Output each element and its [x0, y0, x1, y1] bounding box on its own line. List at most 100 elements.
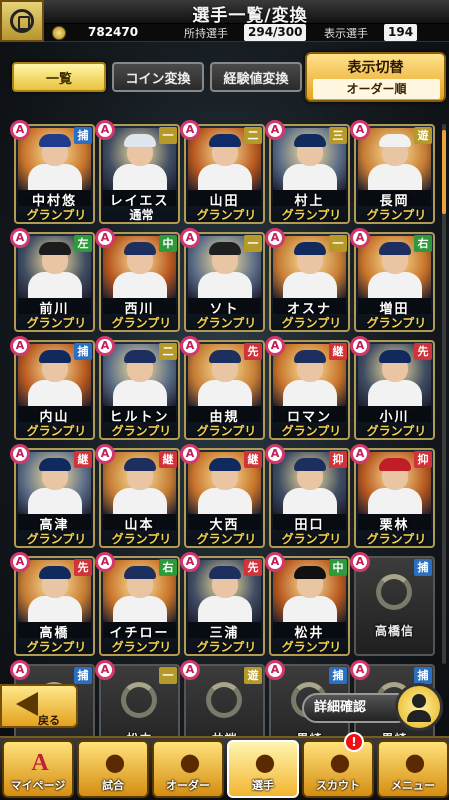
player-card[interactable]: 前川 グランプリ 左 A — [10, 228, 95, 332]
player-card[interactable]: 松井 グランプリ 中 A — [265, 552, 350, 656]
a-rank-icon: A — [180, 228, 200, 248]
player-card[interactable]: イチロー グランプリ 右 A — [95, 552, 180, 656]
uniform — [28, 596, 82, 622]
player-name: オスナ — [273, 298, 346, 317]
player-card[interactable]: 田口 グランプリ 抑 A — [265, 444, 350, 548]
display-sort-value: オーダー順 — [313, 79, 440, 99]
scrollbar-thumb[interactable] — [442, 130, 446, 214]
player-detail-icon[interactable] — [395, 683, 443, 731]
uniform — [368, 272, 422, 298]
card-frame: 前川 グランプリ 左 — [14, 232, 95, 332]
nav-label: 選手 — [252, 779, 274, 792]
nav-match-button[interactable]: ● 試合 — [77, 740, 149, 798]
uniform — [113, 272, 167, 298]
rarity-label: グランプリ — [366, 316, 427, 330]
nav-players-button[interactable]: ● 選手 — [227, 740, 299, 798]
player-card[interactable]: オスナ グランプリ 一 A — [265, 228, 350, 332]
cap — [294, 350, 326, 363]
display-toggle-button[interactable]: 表示切替 オーダー順 — [305, 52, 446, 102]
cap — [124, 242, 156, 255]
a-rank-icon: A — [350, 444, 370, 464]
shown-label: 表示選手 — [324, 27, 368, 40]
card-frame: 田口 グランプリ 抑 — [269, 448, 350, 548]
uniform — [113, 596, 167, 622]
nav-label: 試合 — [102, 779, 124, 792]
a-rank-icon: A — [180, 444, 200, 464]
position-badge: 先 — [244, 559, 262, 576]
player-card[interactable]: レイエス 通常 一 A — [95, 120, 180, 224]
player-card[interactable]: 長岡 グランプリ 遊 A — [350, 120, 435, 224]
a-rank-icon: A — [10, 228, 30, 248]
cap — [209, 134, 241, 147]
player-card[interactable]: 西川 グランプリ 中 A — [95, 228, 180, 332]
position-badge: 捕 — [74, 667, 92, 684]
player-name: 内山 — [18, 406, 91, 425]
a-rank-icon: A — [10, 660, 30, 680]
nav-order-button[interactable]: ● オーダー — [152, 740, 224, 798]
cap — [209, 350, 241, 363]
uniform — [283, 488, 337, 514]
back-button[interactable]: 戻る — [0, 684, 78, 728]
nav-menu-button[interactable]: ● メニュー — [377, 740, 449, 798]
rarity-label: グランプリ — [281, 532, 342, 546]
player-card[interactable]: 増田 グランプリ 右 A — [350, 228, 435, 332]
card-frame: レイエス 通常 一 — [99, 124, 180, 224]
player-name: ソト — [188, 298, 261, 317]
cap — [124, 350, 156, 363]
position-badge: 遊 — [414, 127, 432, 144]
scout-icon: ● — [329, 748, 351, 776]
a-rank-icon: A — [10, 552, 30, 572]
a-rank-icon: A — [265, 552, 285, 572]
rarity-label: グランプリ — [281, 208, 342, 222]
player-card[interactable]: 内山 グランプリ 捕 A — [10, 336, 95, 440]
player-name: 西川 — [103, 298, 176, 317]
rarity-label: グランプリ — [26, 316, 87, 330]
player-card[interactable]: 栗林 グランプリ 抑 A — [350, 444, 435, 548]
player-name: 高橋 — [18, 622, 91, 641]
player-card[interactable]: 三浦 グランプリ 先 A — [180, 552, 265, 656]
tab-coin-convert[interactable]: コイン変換 — [112, 62, 204, 92]
rarity-label: グランプリ — [111, 316, 172, 330]
position-badge: 捕 — [414, 667, 432, 684]
player-card[interactable]: 中村悠 グランプリ 捕 A — [10, 120, 95, 224]
player-card[interactable]: 大西 グランプリ 継 A — [180, 444, 265, 548]
player-card[interactable]: 高津 グランプリ 継 A — [10, 444, 95, 548]
back-arrow-icon — [16, 692, 38, 716]
rarity-label: グランプリ — [281, 316, 342, 330]
nav-scout-button[interactable]: ● スカウト — [302, 740, 374, 798]
player-card[interactable]: 由規 グランプリ 先 A — [180, 336, 265, 440]
nav-label: メニュー — [391, 779, 435, 792]
tab-exp-convert[interactable]: 経験値変換 — [210, 62, 302, 92]
baseball-field-icon: ● — [104, 748, 126, 776]
tab-list[interactable]: 一覧 — [12, 62, 106, 92]
card-frame: 松井 グランプリ 中 — [269, 556, 350, 656]
card-frame: 栗林 グランプリ 抑 — [354, 448, 435, 548]
player-card[interactable]: ロマン グランプリ 継 A — [265, 336, 350, 440]
player-card[interactable]: 山本 グランプリ 継 A — [95, 444, 180, 548]
card-frame: 村上 グランプリ 三 — [269, 124, 350, 224]
player-card[interactable]: 高橋信 捕 A — [350, 552, 435, 656]
player-card[interactable]: 村上 グランプリ 三 A — [265, 120, 350, 224]
a-rank-icon: A — [10, 444, 30, 464]
player-name: 山田 — [188, 190, 261, 209]
position-badge: 中 — [159, 235, 177, 252]
cap — [39, 134, 71, 147]
a-rank-icon: A — [10, 336, 30, 356]
player-card[interactable]: ソト グランプリ 一 A — [180, 228, 265, 332]
rarity-label: グランプリ — [26, 640, 87, 654]
player-card[interactable]: 高橋 グランプリ 先 A — [10, 552, 95, 656]
cap — [124, 458, 156, 471]
player-name: 松井 — [273, 622, 346, 641]
a-rank-icon: A — [95, 228, 115, 248]
position-badge: 捕 — [74, 127, 92, 144]
player-card[interactable]: 小川 グランプリ 先 A — [350, 336, 435, 440]
player-card[interactable]: 山田 グランプリ 二 A — [180, 120, 265, 224]
player-name: 由規 — [188, 406, 261, 425]
position-badge: 捕 — [414, 559, 432, 576]
position-badge: 二 — [159, 343, 177, 360]
page-title: 選手一覧/変換 — [192, 6, 308, 26]
nav-mypage-button[interactable]: A マイページ — [2, 740, 74, 798]
card-frame: 西川 グランプリ 中 — [99, 232, 180, 332]
player-card[interactable]: ヒルトン グランプリ 二 A — [95, 336, 180, 440]
home-icon: A — [31, 750, 49, 776]
